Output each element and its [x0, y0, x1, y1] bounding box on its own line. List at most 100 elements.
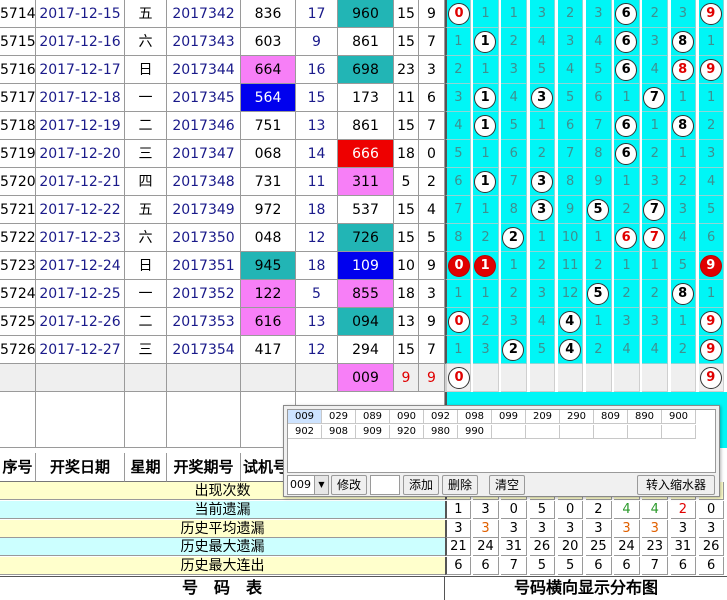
number-ball: 0 [448, 3, 470, 25]
list-item[interactable]: 890 [628, 410, 662, 424]
number-ball: 6 [615, 31, 638, 53]
number-ball: 7 [643, 227, 666, 249]
list-item[interactable]: 090 [390, 410, 424, 424]
list-item[interactable]: 920 [390, 425, 424, 439]
list-item[interactable] [560, 425, 594, 439]
empty-cell [167, 364, 241, 392]
dist-cell: 9 [586, 168, 612, 196]
number-ball: 2 [502, 227, 525, 249]
number-ball: 4 [558, 339, 581, 361]
list-item[interactable]: 009 [288, 410, 322, 424]
stats-value: 6 [614, 557, 640, 576]
stats-row: 历史平均遗漏 3 3 3 3 3 3 3 3 3 3 [0, 519, 727, 538]
stats-value: 24 [473, 538, 499, 557]
chevron-down-icon[interactable]: ▼ [314, 476, 328, 494]
cell-span: 3 [419, 280, 445, 308]
empty-cell [36, 392, 125, 448]
dist-cell: 1 [473, 196, 499, 224]
list-item[interactable]: 900 [662, 410, 696, 424]
number-ball: 9 [699, 59, 722, 81]
add-button[interactable]: 添加 [403, 475, 439, 495]
list-item[interactable]: 092 [424, 410, 458, 424]
list-item[interactable] [594, 425, 628, 439]
dist-cell: 9 [557, 196, 584, 224]
stats-value: 7 [642, 557, 669, 576]
list-item[interactable]: 089 [356, 410, 390, 424]
cell-date: 2017-12-18 [36, 84, 125, 112]
list-item[interactable]: 209 [526, 410, 560, 424]
dist-cell: 4 [614, 336, 640, 364]
number-ball: 9 [699, 255, 722, 277]
dist-cell [529, 364, 556, 392]
cell-sum2: 23 [394, 56, 419, 84]
number-filter-dialog: 009 029 089 090 092 098 099 209 290 809 890 900 902 9… [283, 405, 720, 497]
list-item[interactable] [628, 425, 662, 439]
modify-button[interactable]: 修改 [331, 475, 367, 495]
list-item[interactable]: 029 [322, 410, 356, 424]
list-item[interactable] [492, 425, 526, 439]
cell-seq: 5725 [0, 308, 36, 336]
list-item[interactable] [662, 425, 696, 439]
dist-cell: 2 [501, 224, 528, 252]
dist-cell: 11 [557, 252, 584, 280]
number-ball: 6 [615, 143, 638, 165]
dist-cell: 4 [557, 308, 584, 336]
list-item[interactable]: 909 [356, 425, 390, 439]
list-item[interactable]: 980 [424, 425, 458, 439]
dist-cell: 4 [642, 56, 669, 84]
list-item[interactable] [526, 425, 560, 439]
number-ball: 0 [448, 311, 470, 333]
dist-cell [642, 364, 669, 392]
table-row: 5718 2017-12-19 二 2017346 751 13 861 15 7 4 1 5 1 6 7 6… [0, 112, 727, 140]
stats-value: 2 [586, 500, 612, 519]
list-item[interactable]: 902 [288, 425, 322, 439]
table-row: 5723 2017-12-24 日 2017351 945 18 109 10 9 0 1 1 2 11 2… [0, 252, 727, 280]
stats-value: 6 [670, 557, 697, 576]
shrink-button[interactable]: 转入缩水器 [637, 475, 715, 495]
stats-label: 历史平均遗漏 [0, 519, 445, 538]
cell-period: 2017350 [167, 224, 241, 252]
cell-week: 四 [125, 168, 167, 196]
dist-cell: 9 [698, 252, 725, 280]
cell-span: 7 [419, 112, 445, 140]
list-item[interactable]: 990 [458, 425, 492, 439]
dist-cell: 3 [614, 308, 640, 336]
list-item[interactable]: 809 [594, 410, 628, 424]
dist-cell: 4 [670, 224, 697, 252]
cell-period: 2017342 [167, 0, 241, 28]
number-ball: 0 [448, 367, 470, 389]
delete-button[interactable]: 删除 [442, 475, 478, 495]
dist-cell: 6 [614, 28, 640, 56]
clear-button[interactable]: 清空 [489, 475, 525, 495]
dist-cell: 2 [670, 168, 697, 196]
number-ball: 1 [474, 255, 497, 277]
stats-value: 1 [445, 500, 471, 519]
cell-draw: 537 [338, 196, 394, 224]
list-item[interactable]: 290 [560, 410, 594, 424]
dist-cell: 5 [501, 112, 528, 140]
cell-draw: 855 [338, 280, 394, 308]
dist-cell: 6 [445, 168, 471, 196]
stats-value: 5 [529, 500, 556, 519]
list-item[interactable]: 098 [458, 410, 492, 424]
cell-draw: 960 [338, 0, 394, 28]
stats-label: 历史最大遗漏 [0, 538, 445, 557]
dist-cell: 3 [557, 28, 584, 56]
dist-cell: 2 [586, 336, 612, 364]
dist-cell: 5 [445, 140, 471, 168]
cell-sum2: 15 [394, 112, 419, 140]
cell-trial: 417 [241, 336, 296, 364]
dist-cell: 5 [586, 56, 612, 84]
dist-cell: 1 [501, 252, 528, 280]
cell-seq: 5719 [0, 140, 36, 168]
number-combo[interactable]: 009 ▼ [287, 475, 329, 495]
dist-cell: 2 [642, 140, 669, 168]
number-input[interactable] [370, 475, 400, 495]
dist-cell: 3 [501, 308, 528, 336]
cell-week: 一 [125, 280, 167, 308]
dist-cell: 12 [557, 280, 584, 308]
cell-seq: 5720 [0, 168, 36, 196]
list-item[interactable]: 099 [492, 410, 526, 424]
list-item[interactable]: 908 [322, 425, 356, 439]
number-listbox[interactable]: 009 029 089 090 092 098 099 209 290 809 890 900 902 9… [287, 409, 716, 473]
